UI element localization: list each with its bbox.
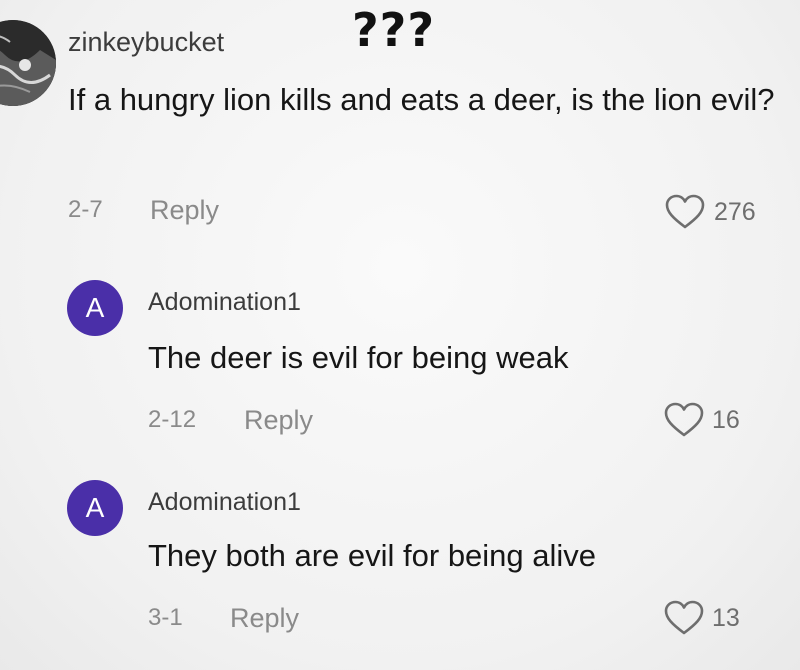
reply-date: 2-12 <box>148 406 197 433</box>
avatar-letter: A <box>85 292 105 323</box>
profile-photo-icon <box>0 20 56 106</box>
comment-thread: ??? zinkeybucket If a hungry lion kills … <box>0 0 800 670</box>
reply-username[interactable]: Adomination1 <box>148 484 301 520</box>
reply-button[interactable]: Reply <box>230 598 299 638</box>
reply-username[interactable]: Adomination1 <box>148 284 301 320</box>
comment-username[interactable]: zinkeybucket <box>68 22 224 62</box>
reply-date: 3-1 <box>148 604 183 631</box>
avatar[interactable] <box>0 20 56 106</box>
reply-button[interactable]: Reply <box>150 190 219 230</box>
avatar[interactable]: A <box>67 280 123 336</box>
heart-outline-icon[interactable] <box>664 600 704 636</box>
reply-button[interactable]: Reply <box>244 400 313 440</box>
heart-outline-icon[interactable] <box>665 194 705 230</box>
heart-outline-icon[interactable] <box>664 402 704 438</box>
like-count: 16 <box>712 406 740 434</box>
overlay-title: ??? <box>352 3 436 57</box>
like-count: 13 <box>712 604 740 632</box>
like-count: 276 <box>714 198 756 226</box>
avatar-letter: A <box>85 492 105 523</box>
comment-date: 2-7 <box>68 196 103 223</box>
reply-text: They both are evil for being alive <box>148 538 597 573</box>
reply-text: The deer is evil for being weak <box>148 340 569 375</box>
comment-text: If a hungry lion kills and eats a deer, … <box>68 82 775 117</box>
avatar[interactable]: A <box>67 480 123 536</box>
